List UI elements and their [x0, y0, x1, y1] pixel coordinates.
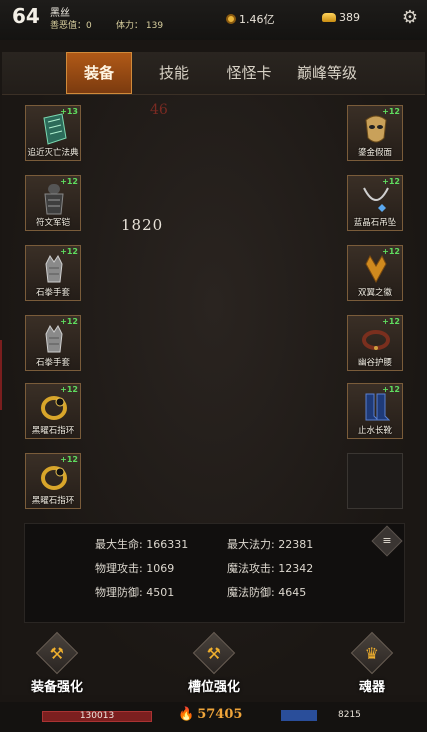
enhance-level: +12: [382, 385, 400, 394]
gear-icon[interactable]: ⚙: [400, 8, 420, 28]
equip-slot-ring-2[interactable]: +12 黑曜石指环: [25, 453, 81, 509]
floating-number: 46: [150, 102, 168, 118]
slot-enhance-label: 槽位强化: [187, 680, 240, 695]
mask-icon: [365, 115, 387, 143]
coin-amount: 1.46亿: [239, 13, 275, 26]
hammer-icon: ⚒: [49, 643, 65, 663]
tab-equipment[interactable]: 装备: [66, 52, 132, 94]
equip-slot-empty[interactable]: [347, 453, 403, 509]
item-name: 双翼之徽: [357, 288, 392, 298]
combat-power-value: 57405: [197, 707, 243, 722]
mp-value: 8215: [338, 710, 361, 720]
equip-slot-belt[interactable]: +12 幽谷护腰: [347, 315, 403, 371]
item-name: 符文军铠: [35, 218, 70, 228]
stamina: 体力： 139: [116, 21, 164, 31]
enhance-level: +12: [60, 385, 78, 394]
stat-max-mp: 最大法力: 22381: [227, 538, 314, 551]
flame-icon: 🔥: [178, 707, 195, 722]
floating-number: 1820: [121, 216, 164, 234]
book-icon: [43, 113, 67, 145]
item-name: 追近灭亡法典: [27, 148, 79, 158]
item-name: 止水长靴: [357, 426, 392, 436]
mp-bar: [281, 710, 317, 721]
item-name: 石拳手套: [35, 358, 70, 368]
ring-icon: [41, 396, 67, 420]
enhance-level: +12: [382, 177, 400, 186]
necklace-icon: [363, 187, 389, 212]
equip-slot-gloves-2[interactable]: +12 石拳手套: [25, 315, 81, 371]
enhance-level: +12: [60, 177, 78, 186]
belt-icon: [362, 330, 390, 350]
player-name: 黑丝: [50, 8, 70, 19]
evil-value: 善恶值：0: [50, 21, 92, 31]
enhance-level: +12: [60, 247, 78, 256]
gauntlet-icon: [45, 255, 63, 283]
soul-artifact-label: 魂器: [358, 680, 385, 695]
gold-counter[interactable]: 389: [322, 11, 360, 24]
gold-ingot-icon: [322, 13, 336, 22]
tab-monster-cards[interactable]: 怪怪卡: [214, 52, 284, 94]
enhance-level: +12: [60, 455, 78, 464]
item-name: 蓝晶石吊坠: [353, 218, 397, 228]
menu-button[interactable]: ≡: [371, 525, 403, 557]
enhance-level: +12: [382, 317, 400, 326]
ring-icon: [41, 466, 67, 490]
enhance-equipment-button[interactable]: ⚒ 装备强化: [22, 631, 92, 695]
bottom-status-bar: 130013 🔥 57405 8215: [0, 702, 427, 732]
top-status-bar: 64 黑丝 善恶值：0 体力： 139 1.46亿 389 ⚙: [0, 0, 427, 40]
hp-bar: 130013: [42, 711, 152, 722]
enhance-level: +12: [382, 107, 400, 116]
equip-slot-armor[interactable]: +12 符文军铠: [25, 175, 81, 231]
stat-magic-atk: 魔法攻击: 12342: [227, 562, 314, 575]
tab-skills[interactable]: 技能: [144, 52, 204, 94]
item-name: 石拳手套: [35, 288, 70, 298]
coin-counter[interactable]: 1.46亿: [226, 11, 275, 27]
equip-slot-ring[interactable]: +12 黑曜石指环: [25, 383, 81, 439]
enhance-level: +12: [60, 317, 78, 326]
enhance-icon-frame: ⚒: [35, 631, 79, 675]
equip-slot-necklace[interactable]: +12 蓝晶石吊坠: [347, 175, 403, 231]
stat-max-hp: 最大生命: 166331: [95, 538, 189, 551]
equip-slot-gloves[interactable]: +12 石拳手套: [25, 245, 81, 301]
item-name: 幽谷护腰: [357, 358, 392, 368]
stat-phys-atk: 物理攻击: 1069: [95, 562, 175, 575]
hp-value: 130013: [79, 711, 115, 721]
equip-slot-mask[interactable]: +12 鎏金假面: [347, 105, 403, 161]
item-name: 鎏金假面: [357, 148, 392, 158]
slot-icon-frame: ⚒: [192, 631, 236, 675]
soul-icon-frame: ♛: [350, 631, 394, 675]
coin-icon: [226, 14, 236, 24]
equip-slot-boots[interactable]: +12 止水长靴: [347, 383, 403, 439]
crown-icon: ♛: [364, 643, 380, 663]
stat-magic-def: 魔法防御: 4645: [227, 586, 307, 599]
gold-amount: 389: [339, 11, 360, 24]
soul-artifact-button[interactable]: ♛ 魂器: [342, 631, 402, 695]
tab-peak-level[interactable]: 巅峰等级: [285, 52, 369, 94]
combat-power: 🔥 57405: [178, 707, 242, 722]
menu-icon: ≡: [382, 534, 392, 547]
enhance-level: +12: [382, 247, 400, 256]
equip-slot-book[interactable]: +13 追近灭亡法典: [25, 105, 81, 161]
slot-enhance-button[interactable]: ⚒ 槽位强化: [179, 631, 249, 695]
item-name: 黑曜石指环: [31, 426, 75, 436]
stats-panel: 最大生命: 166331 最大法力: 22381 物理攻击: 1069 魔法攻击…: [24, 523, 405, 623]
enhance-level: +13: [60, 107, 78, 116]
equip-slot-emblem[interactable]: +12 双翼之徽: [347, 245, 403, 301]
tools-icon: ⚒: [206, 643, 222, 663]
tab-bar: 装备 技能 怪怪卡 巅峰等级: [2, 52, 425, 95]
boots-icon: [365, 393, 390, 421]
player-level: 64: [12, 4, 40, 28]
item-name: 黑曜石指环: [31, 496, 75, 506]
stat-phys-def: 物理防御: 4501: [95, 586, 175, 599]
armor-icon: [44, 184, 64, 215]
enhance-equipment-label: 装备强化: [30, 680, 83, 695]
wings-emblem-icon: [365, 254, 387, 284]
gauntlet-icon: [45, 325, 63, 353]
